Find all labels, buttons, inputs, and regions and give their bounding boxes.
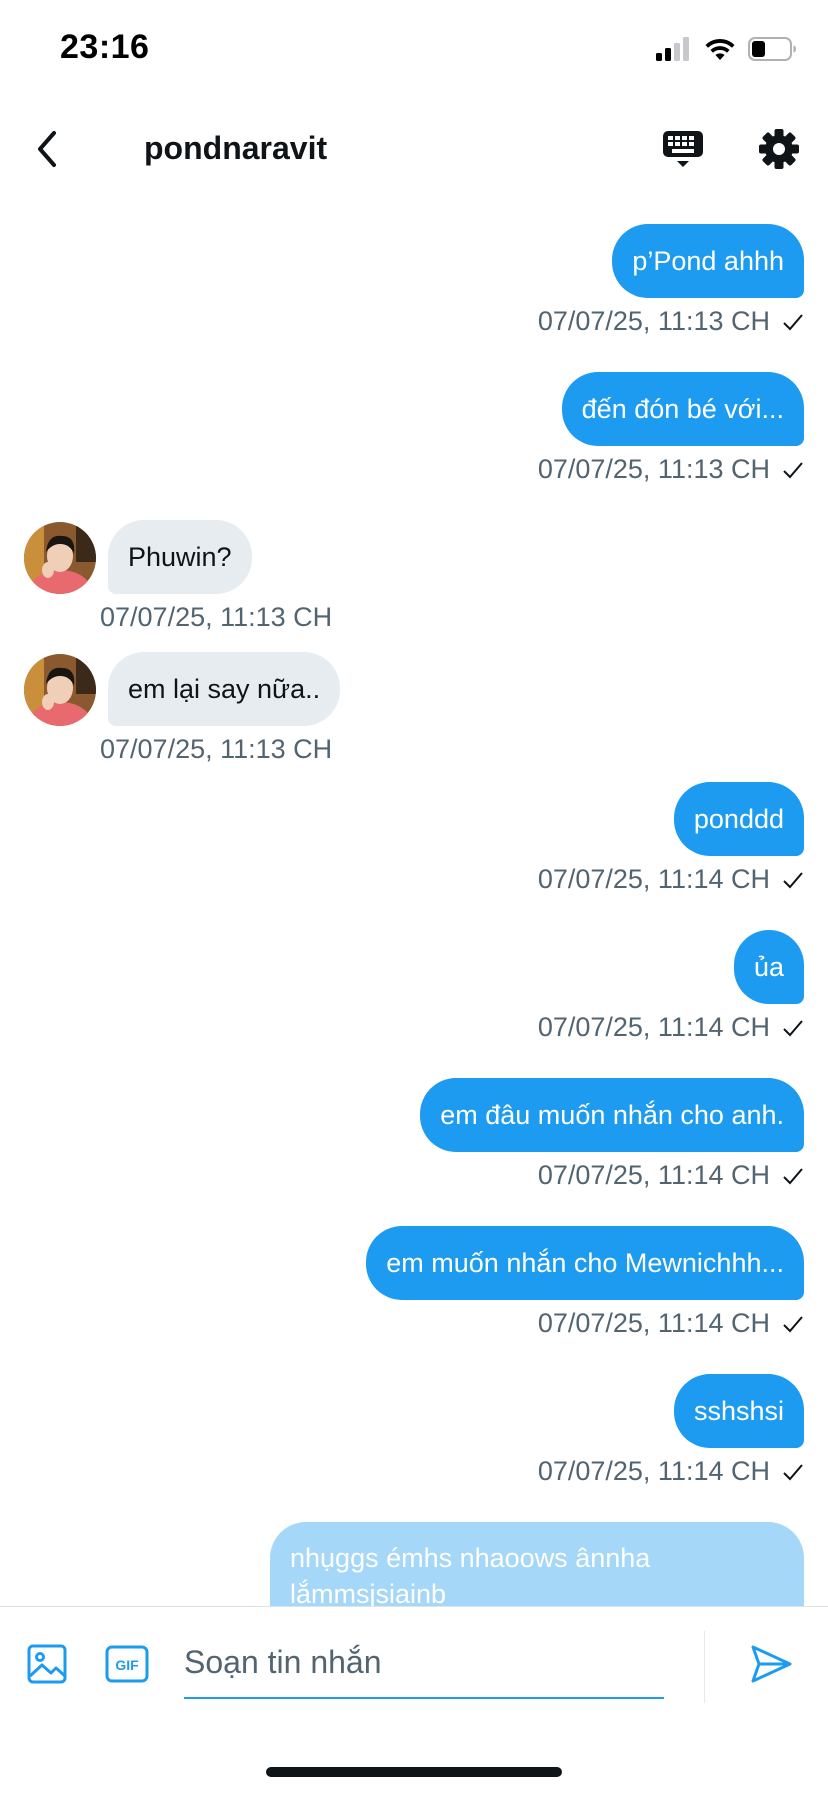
outgoing-message-bubble[interactable]: p’Pond ahhh (612, 224, 804, 298)
incoming-message-bubble[interactable]: em lại say nữa.. (108, 652, 341, 726)
home-indicator (266, 1767, 562, 1777)
message-composer: GIF (0, 1606, 828, 1793)
send-button[interactable] (746, 1639, 796, 1689)
sent-check-icon (783, 1167, 803, 1184)
avatar-image (24, 654, 96, 726)
outgoing-message-bubble[interactable]: ponddd (673, 782, 804, 856)
image-icon (27, 1644, 67, 1684)
sent-check-icon (783, 1463, 803, 1480)
message-timestamp: 07/07/25, 11:14 CH (537, 1456, 770, 1486)
sent-check-icon (783, 1019, 803, 1036)
conversation-title[interactable]: pondnaravit (144, 130, 327, 167)
keyboard-button[interactable] (658, 124, 708, 174)
avatar[interactable] (24, 654, 96, 726)
sent-check-icon (783, 461, 803, 478)
outgoing-message-bubble[interactable]: em đâu muốn nhắn cho anh. (420, 1078, 804, 1152)
message-list[interactable]: p’Pond ahhh 07/07/25, 11:13 CH đến đón b… (0, 0, 828, 1606)
message-timestamp: 07/07/25, 11:14 CH (537, 864, 770, 894)
message-meta: 07/07/25, 11:13 CH (538, 306, 804, 337)
message-timestamp: 07/07/25, 11:13 CH (537, 454, 770, 484)
send-icon (751, 1645, 792, 1683)
message-timestamp: 07/07/25, 11:14 CH (537, 1308, 770, 1338)
message-timestamp: 07/07/25, 11:13 CH (100, 602, 333, 632)
add-image-button[interactable] (22, 1639, 72, 1689)
conversation-header: pondnaravit (0, 110, 828, 190)
sent-check-icon (783, 1315, 803, 1332)
avatar[interactable] (24, 522, 96, 594)
outgoing-message-bubble[interactable]: em muốn nhắn cho Mewnichhh... (366, 1226, 804, 1300)
message-timestamp: 07/07/25, 11:14 CH (537, 1012, 770, 1042)
gif-icon: GIF (105, 1645, 149, 1683)
message-timestamp: 07/07/25, 11:13 CH (100, 734, 333, 764)
composer-divider (704, 1631, 705, 1703)
message-meta: 07/07/25, 11:14 CH (538, 1308, 804, 1339)
pending-message-bubble[interactable]: nhụggs émhs nhaoows ânnha lắmmsjsiainb (270, 1522, 804, 1606)
gear-icon (759, 129, 799, 169)
settings-button[interactable] (754, 124, 804, 174)
message-meta: 07/07/25, 11:14 CH (538, 1456, 804, 1487)
add-gif-button[interactable]: GIF (102, 1639, 152, 1689)
avatar-image (24, 522, 96, 594)
keyboard-icon (663, 131, 703, 167)
back-chevron-icon (38, 131, 56, 167)
message-timestamp: 07/07/25, 11:14 CH (537, 1160, 770, 1190)
message-timestamp: 07/07/25, 11:13 CH (537, 306, 770, 336)
back-button[interactable] (22, 124, 72, 174)
outgoing-message-bubble[interactable]: ủa (733, 930, 804, 1004)
message-meta: 07/07/25, 11:13 CH (538, 454, 804, 485)
message-meta: 07/07/25, 11:14 CH (538, 864, 804, 895)
outgoing-message-bubble[interactable]: sshshsi (673, 1374, 804, 1448)
compose-message-input[interactable] (184, 1627, 664, 1699)
sent-check-icon (783, 871, 803, 888)
gif-label: GIF (115, 1657, 139, 1673)
message-meta: 07/07/25, 11:14 CH (538, 1160, 804, 1191)
outgoing-message-bubble[interactable]: đến đón bé với... (561, 372, 804, 446)
sent-check-icon (783, 313, 803, 330)
message-meta: 07/07/25, 11:14 CH (538, 1012, 804, 1043)
incoming-message-bubble[interactable]: Phuwin? (108, 520, 252, 594)
